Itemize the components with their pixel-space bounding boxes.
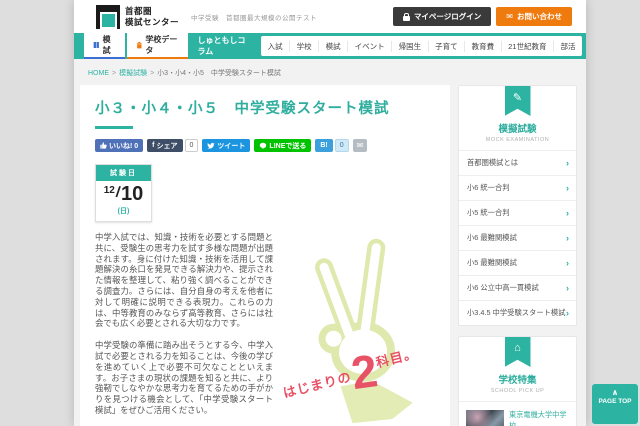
tweet-button[interactable]: ツイート — [202, 139, 251, 152]
line-share-button[interactable]: LINEで送る — [254, 139, 312, 152]
peace-hand-illustration: はじまりの 2 科目。 — [283, 232, 435, 424]
page-container: 首都圏 模試センター 中学受験 首都圏最大規模の公開テスト マイページログイン … — [74, 0, 586, 426]
chevron-right-icon: › — [566, 282, 569, 293]
arrow-up-icon: ∧ — [611, 388, 619, 397]
paragraph: 中学受験の準備に踏み出そうとする今、中学入試で必要とされる力を知ることは、今後の… — [95, 340, 273, 415]
site-tagline: 中学受験 首都圏最大規模の公開テスト — [191, 14, 318, 22]
exam-date-card: 試験日 12 / 10 (日) — [95, 164, 152, 222]
nav-item-moshi[interactable]: 模試 — [318, 40, 347, 52]
nav-column-link[interactable]: しゅともしコラム — [188, 33, 262, 59]
nav-tab-school-data[interactable]: 学校データ — [126, 33, 188, 59]
nav-item-kikokusei[interactable]: 帰国生 — [391, 40, 428, 52]
nav-item-kyoikuhi[interactable]: 教育費 — [464, 40, 501, 52]
facebook-share-count: 0 — [184, 139, 199, 152]
nav-item-gakko[interactable]: 学校 — [289, 40, 318, 52]
mail-share-button[interactable]: ✉ — [352, 139, 368, 152]
school-pickup-widget: ⌂ 学校特集 SCHOOL PICK UP 東京電機大学中学校 「人間らしく生き… — [458, 336, 577, 426]
chevron-right-icon: › — [566, 307, 569, 318]
sidebar-item-g5-top[interactable]: 小5 最難関模試 › — [459, 250, 576, 275]
page-top-button[interactable]: ∧ PAGE TOP — [592, 384, 638, 424]
breadcrumb-separator: > — [150, 70, 155, 77]
sidebar-item-g6-gohan[interactable]: 小6 統一合判 › — [459, 175, 576, 200]
article-body: 中学入試では、知識・技術を必要とする問題と共に、受験生の思考力を試す多様な問題が… — [95, 232, 273, 426]
nav-item-event[interactable]: イベント — [347, 40, 391, 52]
contact-button[interactable]: ✉ お問い合わせ — [496, 7, 572, 26]
nav-tab-moshi[interactable]: 模試 — [84, 33, 125, 59]
chevron-right-icon: › — [566, 232, 569, 243]
school-thumbnail — [466, 410, 504, 426]
mock-exam-title: 模擬試験 — [498, 124, 537, 135]
chevron-right-icon: › — [566, 257, 569, 268]
logo-icon — [96, 4, 120, 29]
sidebar-item-g5-gohan[interactable]: 小5 統一合判 › — [459, 200, 576, 225]
hatena-bookmark-button[interactable]: B! — [315, 139, 333, 152]
exam-weekday: (日) — [117, 208, 130, 215]
chevron-right-icon: › — [566, 207, 569, 218]
breadcrumb-current: 小3・小4・小5 中学受験スタート模試 — [157, 70, 281, 77]
nav-item-21seiki[interactable]: 21世紀教育 — [500, 40, 553, 52]
school-pickup-title: 学校特集 — [498, 375, 537, 386]
sidebar-item-public[interactable]: 小6 公立中高一貫模試 › — [459, 275, 576, 300]
site-header: 首都圏 模試センター 中学受験 首都圏最大規模の公開テスト マイページログイン … — [74, 0, 586, 33]
facebook-icon: f — [152, 142, 155, 149]
hatena-count: 0 — [334, 139, 349, 152]
site-logo[interactable]: 首都圏 模試センター — [96, 4, 180, 29]
mypage-login-button[interactable]: マイページログイン — [392, 7, 492, 26]
envelope-icon: ✉ — [356, 140, 364, 150]
nav-item-kosodate[interactable]: 子育て — [427, 40, 465, 52]
sidebar-item-start-moshi[interactable]: 小3.4.5 中学受験スタート模試 › — [459, 300, 576, 325]
page-title: 小３・小４・小５ 中学受験スタート模試 — [95, 101, 390, 117]
chevron-right-icon: › — [566, 157, 569, 168]
school-pickup-subtitle: SCHOOL PICK UP — [490, 388, 545, 394]
school-house-icon: ⌂ — [514, 342, 521, 354]
exam-date-value: 12 / 10 — [96, 181, 151, 204]
mail-icon: ✉ — [506, 11, 513, 21]
mock-exam-subtitle: MOCK EXAMINATION — [485, 137, 550, 143]
school-pickup-item[interactable]: 東京電機大学中学校 「人間らしく生きる」を教育の根底に据え — [459, 401, 576, 426]
ribbon-badge: ✎ — [504, 86, 531, 116]
document-icon — [93, 42, 99, 48]
building-icon — [136, 41, 142, 49]
school-name-link[interactable]: 東京電機大学中学校 — [509, 410, 569, 426]
title-underline — [95, 126, 133, 129]
breadcrumb-home[interactable]: HOME — [88, 70, 109, 77]
nav-item-bukatsu[interactable]: 部活 — [552, 40, 582, 52]
mock-exam-widget: ✎ 模擬試験 MOCK EXAMINATION 首都圏模試とは › 小6 統一合判… — [458, 85, 577, 326]
chevron-right-icon: › — [566, 182, 569, 193]
exam-day: 10 — [121, 183, 144, 205]
facebook-share-button[interactable]: f シェア — [147, 139, 183, 152]
pencil-icon: ✎ — [512, 92, 523, 104]
main-nav: 模試 学校データ しゅともしコラム 入試 学校 模試 イベント 帰国生 子育て … — [74, 33, 586, 59]
line-icon — [260, 142, 267, 149]
exam-date-label: 試験日 — [96, 165, 151, 181]
nav-item-nyushi[interactable]: 入試 — [261, 41, 289, 52]
twitter-icon — [207, 142, 216, 149]
thumbs-up-icon — [100, 142, 107, 149]
sidebar-item-about[interactable]: 首都圏模試とは › — [459, 150, 576, 175]
exam-month: 12 — [103, 185, 115, 196]
lock-icon — [402, 12, 410, 21]
breadcrumb-separator: > — [112, 70, 117, 77]
logo-text: 首都圏 模試センター — [125, 6, 180, 27]
sidebar: ✎ 模擬試験 MOCK EXAMINATION 首都圏模試とは › 小6 統一合判… — [458, 85, 577, 426]
ribbon-badge: ⌂ — [504, 337, 531, 367]
paragraph: 中学入試では、知識・技術を必要とする問題と共に、受験生の思考力を試す多様な問題が… — [95, 232, 273, 329]
breadcrumb-section[interactable]: 模擬試験 — [119, 70, 147, 77]
main-article: 小３・小４・小５ 中学受験スタート模試 いいね! 0 f シェア 0 ツイート — [80, 85, 450, 426]
share-bar: いいね! 0 f シェア 0 ツイート LINEで送る B! 0 ✉ — [95, 139, 435, 152]
facebook-like-button[interactable]: いいね! 0 — [95, 139, 144, 152]
nav-menu: 入試 学校 模試 イベント 帰国生 子育て 教育費 21世紀教育 部活 — [261, 36, 582, 56]
breadcrumb: HOME > 模擬試験 > 小3・小4・小5 中学受験スタート模試 — [74, 59, 586, 85]
sidebar-item-g6-top[interactable]: 小6 最難関模試 › — [459, 225, 576, 250]
